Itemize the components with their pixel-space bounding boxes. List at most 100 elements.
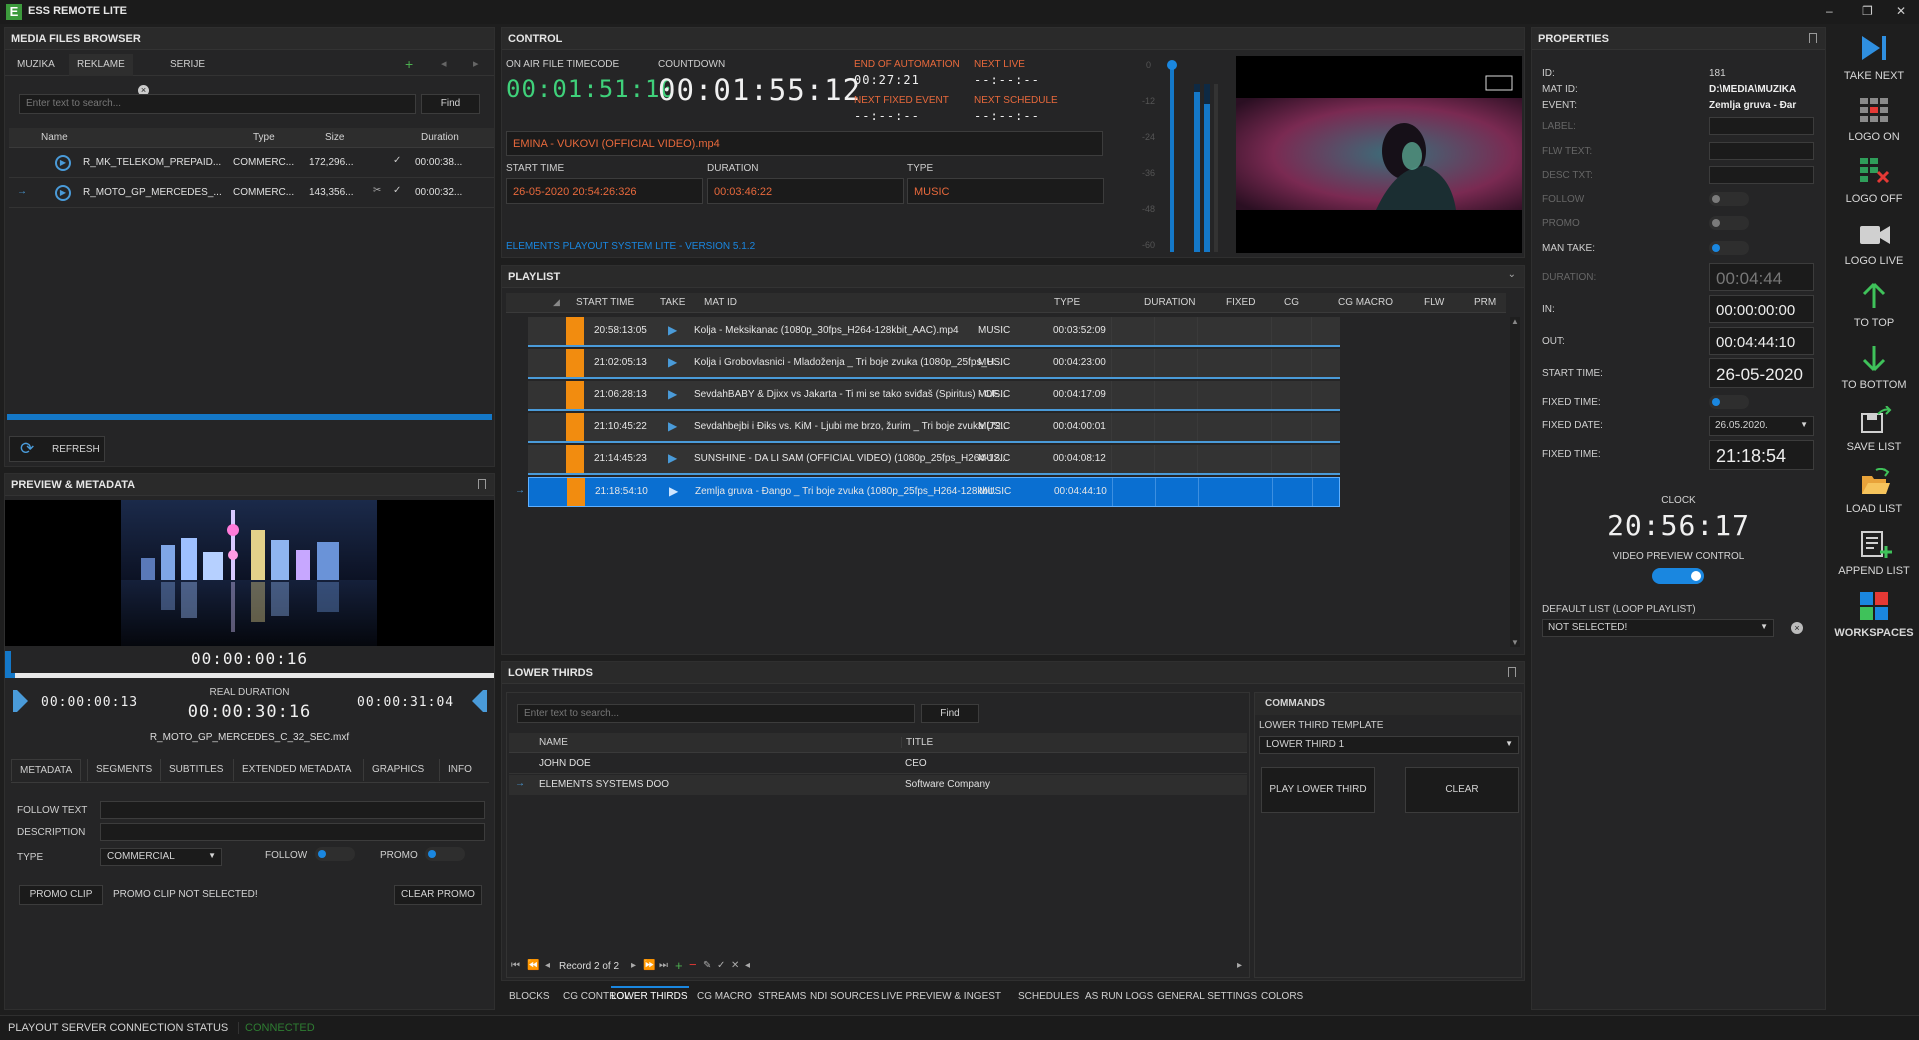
play-lower-third-button[interactable]: PLAY LOWER THIRD bbox=[1261, 767, 1375, 813]
pin-icon[interactable] bbox=[1508, 667, 1516, 677]
table-row[interactable]: 21:10:45:22 ▶ Sevdahbejbi i Điks vs. KiM -… bbox=[528, 413, 1340, 443]
table-row[interactable]: 21:14:45:23 ▶ SUNSHINE - DA LI SAM (OFFICI… bbox=[528, 445, 1340, 475]
next-record-icon[interactable]: ▸ bbox=[631, 960, 636, 971]
in-field[interactable]: 00:00:00:00 bbox=[1709, 295, 1814, 323]
to-bottom-button[interactable]: TO BOTTOM bbox=[1830, 342, 1918, 396]
delete-record-icon[interactable]: − bbox=[689, 957, 697, 972]
next-page-icon[interactable]: ⏩ bbox=[643, 960, 655, 971]
media-find-button[interactable]: Find bbox=[421, 94, 480, 114]
lt-find-button[interactable]: Find bbox=[921, 704, 979, 723]
description-input[interactable] bbox=[100, 823, 485, 841]
preview-progress-track[interactable] bbox=[5, 673, 494, 678]
promo-toggle[interactable] bbox=[425, 847, 465, 861]
scroll-down-icon[interactable]: ▼ bbox=[1511, 638, 1519, 647]
col-title[interactable]: TITLE bbox=[901, 737, 933, 748]
desc-txt-input[interactable] bbox=[1709, 166, 1814, 184]
table-row[interactable]: 21:06:28:13 ▶ SevdahBABY & Djixx vs Jakart… bbox=[528, 381, 1340, 411]
col-name[interactable]: Name bbox=[41, 132, 68, 143]
video-preview-toggle[interactable] bbox=[1652, 568, 1704, 584]
col-duration[interactable]: Duration bbox=[421, 132, 459, 143]
cancel-record-icon[interactable]: ✕ bbox=[731, 960, 739, 971]
tab-extended-metadata[interactable]: EXTENDED METADATA bbox=[233, 759, 359, 781]
tab-schedules[interactable]: SCHEDULES bbox=[1010, 986, 1087, 1008]
col-cg-macro[interactable]: CG MACRO bbox=[1338, 297, 1393, 308]
tab-graphics[interactable]: GRAPHICS bbox=[363, 759, 432, 781]
col-mat-id[interactable]: MAT ID bbox=[704, 297, 737, 308]
first-record-icon[interactable]: ⏮ bbox=[511, 960, 520, 971]
add-record-icon[interactable]: + bbox=[675, 958, 683, 973]
take-play-icon[interactable]: ▶ bbox=[668, 387, 677, 401]
type-select[interactable]: COMMERCIAL ▼ bbox=[100, 848, 222, 866]
tab-segments[interactable]: SEGMENTS bbox=[87, 759, 160, 781]
out-field[interactable]: 00:04:44:10 bbox=[1709, 327, 1814, 355]
tab-serije[interactable]: SERIJE bbox=[162, 54, 213, 76]
tab-live-preview-ingest[interactable]: LIVE PREVIEW & INGEST bbox=[873, 986, 1009, 1008]
col-type[interactable]: Type bbox=[253, 132, 275, 143]
tab-lower-thirds[interactable]: LOWER THIRDS bbox=[603, 986, 696, 1008]
take-next-button[interactable]: TAKE NEXT bbox=[1830, 28, 1918, 84]
col-start-time[interactable]: START TIME bbox=[576, 297, 634, 308]
tab-prev-icon[interactable]: ◂ bbox=[441, 57, 447, 70]
table-row[interactable]: JOHN DOE CEO bbox=[509, 754, 1247, 774]
clear-lower-third-button[interactable]: CLEAR bbox=[1405, 767, 1519, 813]
restore-button[interactable]: ❐ bbox=[1862, 4, 1873, 18]
playlist-scrollbar[interactable]: ▲ ▼ bbox=[1510, 317, 1520, 647]
volume-slider-handle[interactable] bbox=[1167, 60, 1177, 70]
clear-promo-button[interactable]: CLEAR PROMO bbox=[394, 885, 482, 905]
append-list-button[interactable]: APPEND LIST bbox=[1830, 528, 1918, 582]
media-scrollbar[interactable] bbox=[7, 414, 492, 420]
prev-record-icon[interactable]: ◂ bbox=[545, 960, 550, 971]
promo-clip-button[interactable]: PROMO CLIP bbox=[19, 885, 103, 905]
label-input[interactable] bbox=[1709, 117, 1814, 135]
fixed-time-toggle[interactable] bbox=[1709, 395, 1749, 409]
logo-off-button[interactable]: LOGO OFF bbox=[1830, 156, 1918, 210]
follow-text-input[interactable] bbox=[100, 801, 485, 819]
fixed-date-picker[interactable]: 26.05.2020. ▼ bbox=[1709, 416, 1814, 436]
table-row[interactable]: → ▶ R_MOTO_GP_MERCEDES_... COMMERC... 14… bbox=[9, 178, 494, 208]
logo-live-button[interactable]: LOGO LIVE bbox=[1830, 218, 1918, 272]
col-cg[interactable]: CG bbox=[1284, 297, 1299, 308]
tab-info[interactable]: INFO bbox=[439, 759, 480, 781]
start-time-field[interactable]: 26-05-2020 bbox=[1709, 358, 1814, 388]
table-row[interactable]: → ELEMENTS SYSTEMS DOO Software Company bbox=[509, 775, 1247, 795]
col-size[interactable]: Size bbox=[325, 132, 344, 143]
scroll-up-icon[interactable]: ▲ bbox=[1511, 317, 1519, 326]
refresh-button[interactable]: ⟳ REFRESH bbox=[9, 436, 105, 462]
media-search-input[interactable]: Enter text to search... bbox=[19, 94, 416, 114]
workspaces-button[interactable]: WORKSPACES bbox=[1830, 590, 1918, 644]
col-prm[interactable]: PRM bbox=[1474, 297, 1496, 308]
col-name[interactable]: NAME bbox=[539, 737, 568, 748]
close-button[interactable]: ✕ bbox=[1896, 4, 1906, 18]
scroll-right-icon[interactable]: ▸ bbox=[1237, 960, 1242, 971]
tab-general-settings[interactable]: GENERAL SETTINGS bbox=[1149, 986, 1265, 1008]
table-row[interactable]: 21:02:05:13 ▶ Kolja i Grobovlasnici - Mlad… bbox=[528, 349, 1340, 379]
sort-icon[interactable]: ◢ bbox=[553, 297, 560, 308]
save-record-icon[interactable]: ✓ bbox=[717, 960, 725, 971]
man-take-toggle[interactable] bbox=[1709, 241, 1749, 255]
clear-default-list-icon[interactable]: × bbox=[1791, 622, 1803, 634]
take-play-icon[interactable]: ▶ bbox=[668, 451, 677, 465]
prev-page-icon[interactable]: ⏪ bbox=[527, 960, 539, 971]
take-play-icon[interactable]: ▶ bbox=[668, 355, 677, 369]
col-flw[interactable]: FLW bbox=[1424, 297, 1444, 308]
save-list-button[interactable]: SAVE LIST bbox=[1830, 404, 1918, 458]
tab-blocks[interactable]: BLOCKS bbox=[501, 986, 558, 1008]
follow-toggle[interactable] bbox=[315, 847, 355, 861]
tab-metadata[interactable]: METADATA bbox=[11, 759, 82, 781]
pin-icon[interactable] bbox=[1809, 33, 1817, 43]
take-play-icon[interactable]: ▶ bbox=[668, 419, 677, 433]
tab-next-icon[interactable]: ▸ bbox=[473, 57, 479, 70]
tab-subtitles[interactable]: SUBTITLES bbox=[160, 759, 231, 781]
take-play-icon[interactable]: ▶ bbox=[668, 323, 677, 337]
lt-search-input[interactable]: Enter text to search... bbox=[517, 704, 915, 723]
fixed-time-field[interactable]: 21:18:54 bbox=[1709, 440, 1814, 470]
scroll-left-icon[interactable]: ◂ bbox=[745, 960, 750, 971]
to-top-button[interactable]: TO TOP bbox=[1830, 280, 1918, 334]
preview-progress-handle[interactable] bbox=[5, 651, 11, 673]
follow-toggle[interactable] bbox=[1709, 192, 1749, 206]
volume-slider[interactable] bbox=[1170, 64, 1174, 252]
flw-text-input[interactable] bbox=[1709, 142, 1814, 160]
col-type[interactable]: TYPE bbox=[1054, 297, 1080, 308]
tab-muzika[interactable]: MUZIKA bbox=[9, 54, 63, 76]
col-fixed[interactable]: FIXED bbox=[1226, 297, 1255, 308]
